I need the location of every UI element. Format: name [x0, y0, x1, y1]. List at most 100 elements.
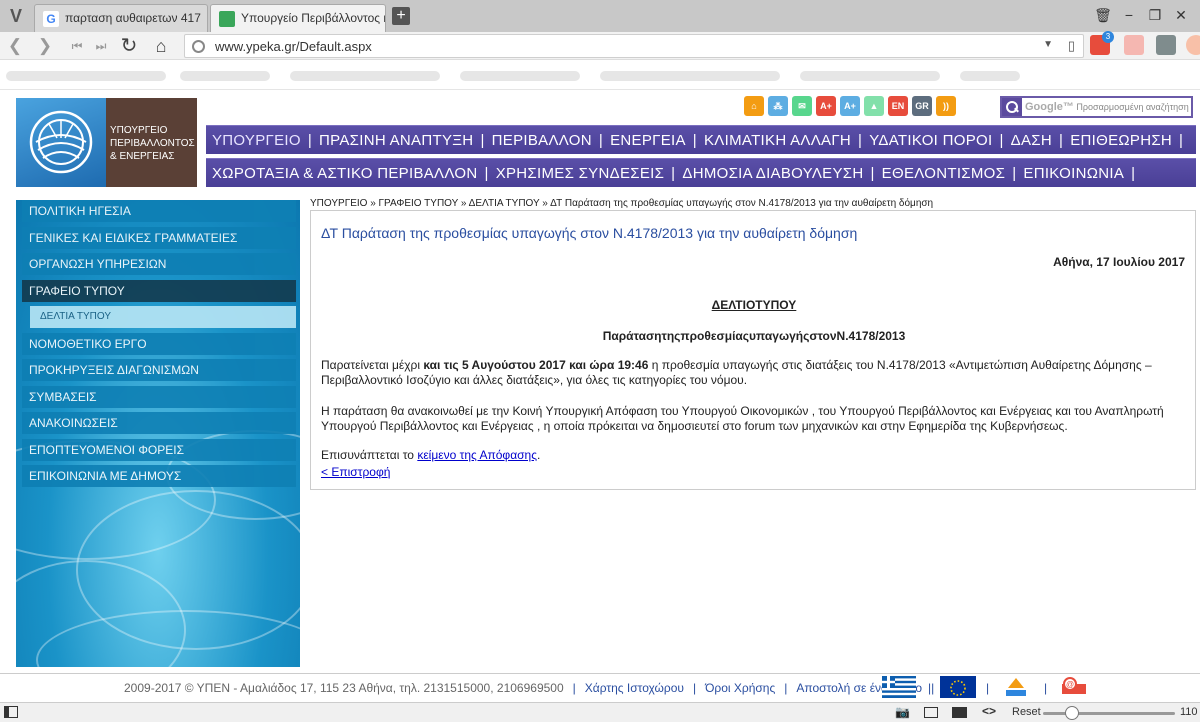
image-icon[interactable] — [952, 707, 967, 718]
sidebar-item[interactable]: ΑΝΑΚΟΙΝΩΣΕΙΣ — [22, 412, 296, 434]
code-icon[interactable]: <> — [982, 704, 996, 718]
menu-separator: | — [858, 132, 863, 149]
tab-search[interactable]: G παρταση αυθαιρετων 417 — [34, 4, 208, 32]
sidebar-item[interactable]: ΠΟΛΙΤΙΚΗ ΗΓΕΣΙΑ — [22, 200, 296, 222]
menu-separator: | — [870, 165, 875, 182]
sidebar-item[interactable]: ΕΠΙΚΟΙΝΩΝΙΑ ΜΕ ΔΗΜΟΥΣ — [22, 465, 296, 487]
rss-icon[interactable]: )) — [936, 96, 956, 116]
zoom-slider[interactable] — [1043, 712, 1175, 715]
main-menu-item[interactable]: ΕΝΕΡΓΕΙΑ — [610, 132, 686, 149]
forward-icon[interactable]: ❯ — [34, 35, 56, 57]
address-bar-row: ❮ ❯ ⏮ ⏭ ↻ ⌂ www.ypeka.gr/Default.aspx ▼ … — [0, 31, 1200, 60]
zoom-reset-button[interactable]: Reset — [1012, 706, 1041, 718]
zoom-slider-knob[interactable] — [1065, 706, 1079, 720]
main-menu-item[interactable]: ΠΕΡΙΒΑΛΛΟΝ — [492, 132, 592, 149]
url-input[interactable]: www.ypeka.gr/Default.aspx ▼ ▯ — [184, 34, 1084, 58]
main-menu-item[interactable]: ΧΩΡΟΤΑΞΙΑ & ΑΣΤΙΚΟ ΠΕΡΙΒΑΛΛΟΝ — [212, 165, 477, 182]
reload-icon[interactable]: ↻ — [118, 35, 140, 57]
back-link[interactable]: < Επιστροφή — [321, 465, 390, 479]
contact-icon[interactable]: ✉ — [792, 96, 812, 116]
main-menu-row-2: ΧΩΡΟΤΑΞΙΑ & ΑΣΤΙΚΟ ΠΕΡΙΒΑΛΛΟΝ | ΧΡΗΣΙΜΕΣ Σ… — [206, 158, 1196, 187]
bookmarks-bar — [0, 60, 1200, 90]
url-text: www.ypeka.gr/Default.aspx — [215, 39, 372, 54]
dropdown-icon[interactable]: ▼ — [1043, 39, 1053, 50]
sidebar-item[interactable]: ΠΡΟΚΗΡΥΞΕΙΣ ΔΙΑΓΩΝΙΣΜΩΝ — [22, 359, 296, 381]
main-menu-item[interactable]: ΕΠΙΚΟΙΝΩΝΙΑ — [1023, 165, 1124, 182]
search-icon[interactable] — [1002, 98, 1022, 116]
sidebar-menu: ΠΟΛΙΤΙΚΗ ΗΓΕΣΙΑ ΓΕΝΙΚΕΣ ΚΑΙ ΕΙΔΙΚΕΣ ΓΡΑΜΜ… — [16, 200, 300, 667]
fast-forward-icon[interactable]: ⏭ — [90, 35, 112, 57]
close-window-button[interactable]: ✕ — [1170, 4, 1192, 26]
article-paragraph: Η παράταση θα ανακοινωθεί με την Κοινή Υ… — [321, 404, 1164, 433]
search-placeholder: Προσαρμοσμένη αναζήτηση — [1076, 102, 1189, 112]
main-menu-item[interactable]: ΥΠΟΥΡΓΕΙΟ — [212, 132, 301, 149]
menu-separator: | — [1179, 132, 1184, 149]
sidebar-subitem[interactable]: ΔΕΛΤΙΑ ΤΥΠΟΥ — [30, 306, 296, 328]
trash-icon[interactable]: 🗑 — [1092, 4, 1114, 26]
main-menu-item[interactable]: ΔΑΣΗ — [1011, 132, 1052, 149]
lang-gr-button[interactable]: GR — [912, 96, 932, 116]
main-menu-item[interactable]: ΠΡΑΣΙΝΗ ΑΝΑΠΤΥΞΗ — [319, 132, 473, 149]
vivaldi-menu-icon[interactable]: V — [6, 6, 26, 26]
breadcrumb[interactable]: ΥΠΟΥΡΓΕΙΟ » ΓΡΑΦΕΙΟ ΤΥΠΟΥ » ΔΕΛΤΙΑ ΤΥΠΟΥ… — [310, 198, 933, 209]
article-paragraph: Παρατείνεται μέχρι και τις 5 Αυγούστου 2… — [321, 358, 1152, 387]
home-icon[interactable]: ⌂ — [150, 35, 172, 57]
print-icon[interactable]: ▲ — [864, 96, 884, 116]
maximize-button[interactable]: ❐ — [1144, 4, 1166, 26]
extension-icon[interactable] — [1156, 35, 1176, 55]
main-menu-item[interactable]: ΕΠΙΘΕΩΡΗΣΗ — [1070, 132, 1172, 149]
panel-toggle-icon[interactable] — [4, 706, 18, 718]
main-menu-item[interactable]: ΥΔΑΤΙΚΟΙ ΠΟΡΟΙ — [869, 132, 992, 149]
site-footer: 2009-2017 © ΥΠΕΝ - Αμαλιάδος 17, 115 23 … — [0, 673, 1200, 698]
web-page: ΥΠΟΥΡΓΕΙΟ ΠΕΡΙΒΑΛΛΟΝΤΟΣ & ΕΝΕΡΓΕΙΑΣ ⌂ ⁂ … — [0, 90, 1200, 702]
font-decrease-icon[interactable]: A+ — [840, 96, 860, 116]
notification-badge: 3 — [1102, 31, 1114, 43]
main-menu-item[interactable]: ΕΘΕΛΟΝΤΙΣΜΟΣ — [882, 165, 1006, 182]
terms-link[interactable]: Όροι Χρήσης — [705, 681, 775, 695]
sidebar-item[interactable]: ΓΡΑΦΕΙΟ ΤΥΠΟΥ — [22, 279, 296, 302]
minimize-button[interactable]: − — [1118, 4, 1140, 26]
logo-text: ΥΠΟΥΡΓΕΙΟ ΠΕΡΙΒΑΛΛΟΝΤΟΣ & ΕΝΕΡΓΕΙΑΣ — [106, 98, 197, 187]
greek-flag-icon[interactable] — [882, 676, 916, 698]
font-increase-icon[interactable]: A+ — [816, 96, 836, 116]
main-menu-item[interactable]: ΚΛΙΜΑΤΙΚΗ ΑΛΛΑΓΗ — [704, 132, 851, 149]
tab-label: παρταση αυθαιρετων 417 — [65, 11, 201, 25]
extension-icon[interactable] — [1186, 35, 1200, 55]
sidebar-item[interactable]: ΣΥΜΒΑΣΕΙΣ — [22, 385, 296, 408]
decision-text-link[interactable]: κείμενο της Απόφασης — [417, 448, 537, 462]
back-icon[interactable]: ❮ — [4, 35, 26, 57]
home-icon[interactable]: ⌂ — [744, 96, 764, 116]
main-menu-item[interactable]: ΔΗΜΟΣΙΑ ΔΙΑΒΟΥΛΕΥΣΗ — [682, 165, 863, 182]
ministry-small-logo-icon[interactable] — [1004, 676, 1028, 698]
site-info-icon[interactable] — [192, 40, 205, 53]
main-menu-item[interactable]: ΧΡΗΣΙΜΕΣ ΣΥΝΔΕΣΕΙΣ — [496, 165, 664, 182]
new-tab-button[interactable]: + — [392, 7, 410, 25]
google-search-box[interactable]: Google™ Προσαρμοσμένη αναζήτηση — [1000, 96, 1193, 118]
eu-flag-icon[interactable] — [940, 676, 976, 698]
main-menu-row-1: ΥΠΟΥΡΓΕΙΟ | ΠΡΑΣΙΝΗ ΑΝΑΠΤΥΞΗ | ΠΕΡΙΒΑΛΛΟΝ | ΕΝ… — [206, 125, 1196, 154]
sidebar-item[interactable]: ΕΠΟΠΤΕΥΟΜΕΝΟΙ ΦΟΡΕΙΣ — [22, 438, 296, 461]
tab-ypeka[interactable]: Υπουργείο Περιβάλλοντος κ — [210, 4, 386, 32]
sidebar-item[interactable]: ΓΕΝΙΚΕΣ ΚΑΙ ΕΙΔΙΚΕΣ ΓΡΑΜΜΑΤΕΙΕΣ — [22, 226, 296, 249]
ypeka-favicon-icon — [219, 11, 235, 27]
lang-en-button[interactable]: EN — [888, 96, 908, 116]
rewind-icon[interactable]: ⏮ — [66, 35, 88, 57]
bookmark-icon[interactable]: ▯ — [1068, 38, 1075, 54]
extension-icon[interactable]: 3 — [1090, 31, 1114, 55]
sitemap-link[interactable]: Χάρτης Ιστοχώρου — [585, 681, 684, 695]
sidebar-item[interactable]: ΝΟΜΟΘΕΤΙΚΟ ΕΡΓΟ — [22, 332, 296, 355]
ministry-logo[interactable]: ΥΠΟΥΡΓΕΙΟ ΠΕΡΙΒΑΛΛΟΝΤΟΣ & ΕΝΕΡΓΕΙΑΣ — [16, 98, 197, 187]
logo-emblem — [16, 98, 106, 187]
menu-separator: | — [480, 132, 485, 149]
article-panel: ΔΤ Παράταση της προθεσμίας υπαγωγής στον… — [310, 210, 1196, 490]
tile-icon[interactable] — [924, 707, 938, 718]
sidebar-item[interactable]: ΟΡΓΑΝΩΣΗ ΥΠΗΡΕΣΙΩΝ — [22, 253, 296, 275]
sitemap-icon[interactable]: ⁂ — [768, 96, 788, 116]
extension-icon[interactable] — [1124, 35, 1144, 55]
google-brand: Google™ — [1025, 101, 1074, 113]
article-date: Αθήνα, 17 Ιουλίου 2017 — [1053, 255, 1185, 269]
email-contact-icon[interactable]: @ — [1060, 676, 1088, 698]
svg-text:@: @ — [1066, 680, 1074, 689]
camera-icon[interactable]: 📷 — [895, 705, 910, 719]
menu-separator: | — [1012, 165, 1017, 182]
